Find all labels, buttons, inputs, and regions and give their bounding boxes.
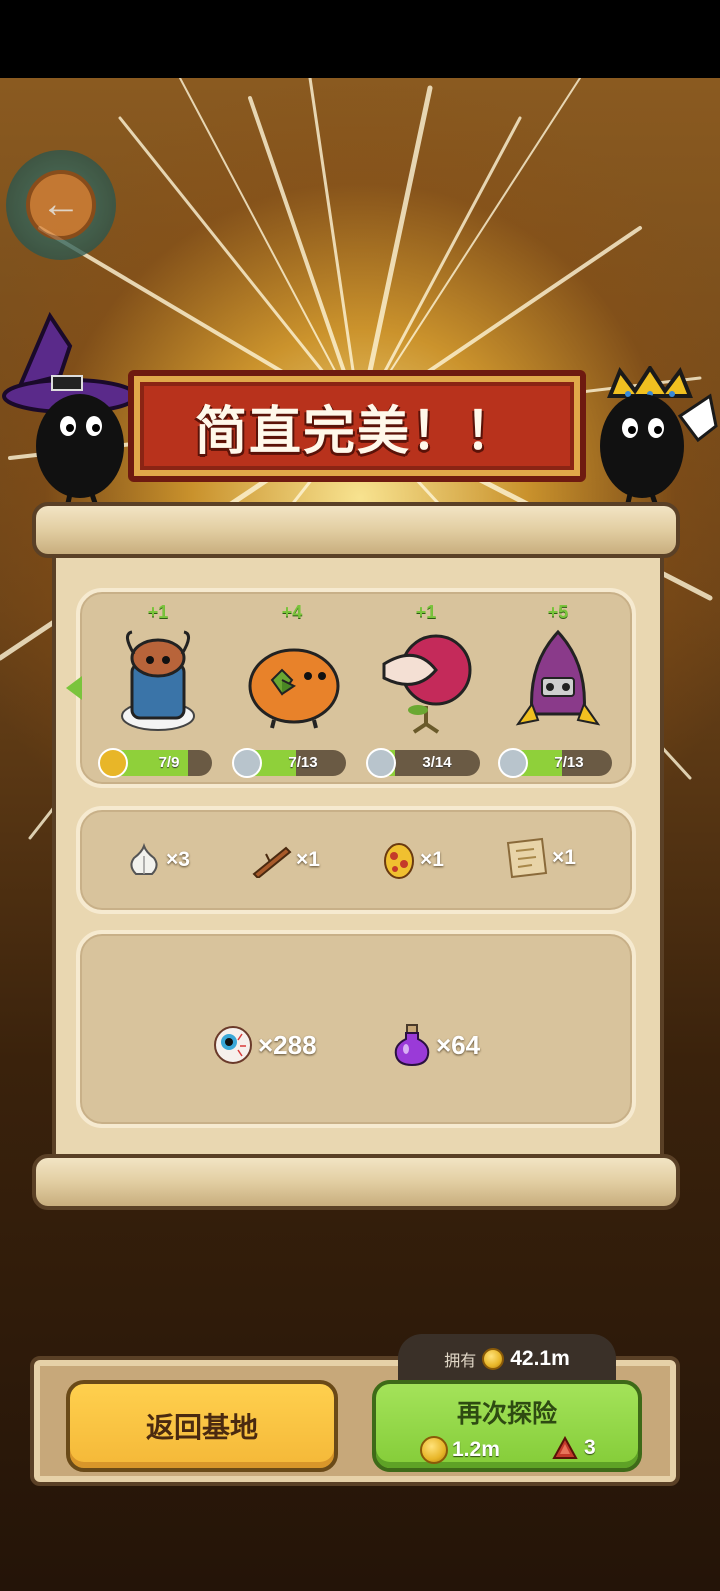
resource-reward[interactable]: ×64 [392, 1022, 480, 1068]
gain-count: +5 [547, 602, 569, 622]
item-reward[interactable]: ×3 [126, 840, 190, 880]
orange-blob-monster-icon [248, 648, 340, 729]
spotted-egg-icon [384, 843, 414, 879]
monster-badge-icon [232, 748, 262, 778]
monster-badge-icon [498, 748, 528, 778]
map-scroll-icon [506, 837, 548, 879]
monster-badge-icon [98, 748, 128, 778]
item-reward[interactable]: ×1 [382, 840, 444, 880]
wood-stick-icon [252, 846, 292, 878]
scroll-bottom-rod [32, 1154, 680, 1210]
king-character [600, 366, 718, 513]
arrow-left-icon[interactable] [66, 676, 82, 700]
garlic-icon [130, 842, 158, 875]
owned-label: 拥有 [444, 1353, 477, 1370]
energy-cost-value: 3 [584, 1436, 596, 1459]
coin-cost-value: 1.2m [452, 1438, 500, 1461]
monster-reward[interactable]: +4 7/13 [232, 602, 352, 782]
masked-monster-icon [121, 630, 195, 731]
return-base-button[interactable]: 返回基地 [66, 1380, 338, 1472]
eyeball-icon [214, 1026, 252, 1064]
explore-again-button[interactable]: 再次探险 1.2m 3 [372, 1380, 642, 1472]
owned-value: 42.1m [510, 1347, 570, 1370]
owned-currency: 拥有 42.1m [398, 1334, 616, 1384]
item-quantity: ×1 [296, 848, 320, 871]
result-banner: 简直完美！！ [128, 370, 586, 482]
banner-title: 简直完美！！ [194, 401, 519, 462]
arrow-left-icon: ← [26, 170, 96, 240]
purple-potion-icon [394, 1024, 430, 1067]
gain-count: +4 [281, 602, 303, 622]
item-quantity: ×3 [166, 848, 190, 871]
energy-cost: 3 [552, 1436, 596, 1460]
monster-reward[interactable]: +1 3/14 [366, 602, 486, 782]
coin-cost: 1.2m [420, 1436, 500, 1464]
rocket-monster-icon [515, 629, 601, 726]
resource-reward[interactable]: ×288 [212, 1022, 317, 1068]
resource-quantity: ×64 [436, 1029, 481, 1060]
witch-character [2, 311, 138, 513]
monster-reward[interactable]: +5 7/13 [498, 602, 618, 782]
coin-icon [482, 1348, 505, 1370]
item-quantity: ×1 [420, 848, 444, 871]
back-button[interactable]: ← [6, 150, 116, 260]
item-quantity: ×1 [552, 846, 576, 869]
resource-quantity: ×288 [258, 1029, 317, 1060]
red-crystal-icon [552, 1436, 578, 1459]
coin-icon [420, 1436, 448, 1464]
scroll-top-rod [32, 502, 680, 558]
gain-count: +1 [415, 602, 437, 622]
item-reward[interactable]: ×1 [250, 840, 320, 880]
gain-count: +1 [147, 602, 169, 622]
resource-rewards-panel [76, 930, 636, 1128]
item-reward[interactable]: ×1 [504, 837, 576, 879]
explore-again-label: 再次探险 [456, 1400, 557, 1428]
status-bar [0, 0, 720, 78]
carnivorous-plant-monster-icon [382, 634, 472, 734]
monster-reward[interactable]: +1 7/9 [98, 602, 218, 782]
monster-badge-icon [366, 748, 396, 778]
